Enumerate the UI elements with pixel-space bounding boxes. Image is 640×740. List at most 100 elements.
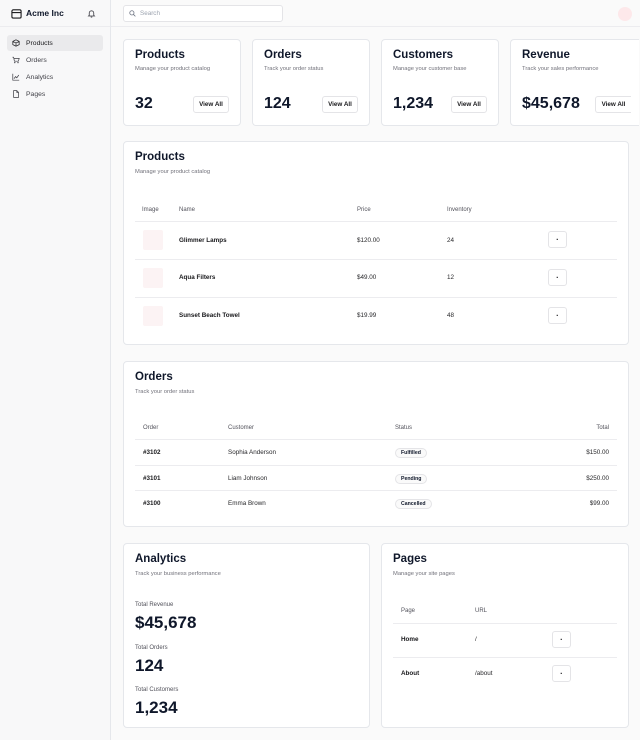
- order-id: #3101: [143, 475, 161, 482]
- stat-card-value: 32: [135, 95, 153, 112]
- metric-label: Total Customers: [135, 687, 179, 693]
- status-badge: Fulfilled: [395, 448, 427, 458]
- order-customer: Sophia Anderson: [228, 449, 276, 456]
- brand: Acme Inc: [0, 0, 110, 27]
- stat-card-value: 124: [264, 95, 291, 112]
- order-customer: Liam Johnson: [228, 475, 268, 482]
- stat-card-products: Products Manage your product catalog 32 …: [123, 39, 241, 126]
- analytics-subtitle: Track your business performance: [135, 571, 221, 577]
- sidebar-item-analytics[interactable]: Analytics: [7, 69, 103, 85]
- product-price: $19.99: [357, 312, 377, 319]
- sidebar-nav: Products Orders Analytics Pages: [0, 27, 110, 111]
- column-header-inventory: Inventory: [447, 207, 472, 213]
- divider: [135, 490, 617, 491]
- view-all-customers-button[interactable]: View All: [451, 96, 487, 113]
- analytics-card: Analytics Track your business performanc…: [123, 543, 370, 728]
- page-url: /about: [475, 670, 493, 677]
- metric-label: Total Orders: [135, 645, 168, 651]
- product-name: Sunset Beach Towel: [179, 312, 240, 319]
- stat-card-title: Customers: [393, 49, 454, 61]
- view-all-revenue-button[interactable]: View All: [595, 96, 631, 113]
- search-icon: [129, 10, 136, 17]
- column-header-url: URL: [475, 608, 488, 614]
- orders-subtitle: Track your order status: [135, 389, 195, 395]
- column-header-order: Order: [143, 425, 159, 431]
- column-header-page: Page: [401, 608, 416, 614]
- stat-card-subtitle: Track your sales performance: [522, 66, 599, 72]
- sidebar-item-label: Orders: [26, 56, 47, 64]
- page-actions-button[interactable]: ·: [552, 665, 571, 682]
- product-actions-button[interactable]: ·: [548, 269, 567, 286]
- product-thumbnail: [143, 268, 163, 288]
- sidebar-item-label: Products: [26, 39, 53, 47]
- product-thumbnail: [143, 230, 163, 250]
- stat-card-title: Revenue: [522, 49, 570, 61]
- status-badge: Cancelled: [395, 499, 432, 509]
- product-price: $120.00: [357, 237, 380, 244]
- bell-icon[interactable]: [87, 9, 96, 18]
- sidebar-item-label: Analytics: [26, 73, 54, 81]
- product-inventory: 12: [447, 274, 455, 281]
- products-subtitle: Manage your product catalog: [135, 169, 211, 175]
- divider: [135, 465, 617, 466]
- divider: [135, 221, 617, 222]
- stat-card-orders: Orders Track your order status 124 View …: [252, 39, 370, 126]
- product-inventory: 48: [447, 312, 455, 319]
- product-thumbnail: [143, 306, 163, 326]
- view-all-orders-button[interactable]: View All: [322, 96, 358, 113]
- status-badge: Pending: [395, 474, 428, 484]
- products-title: Products: [135, 151, 185, 163]
- stat-card-subtitle: Manage your customer base: [393, 66, 467, 72]
- user-avatar[interactable]: [618, 7, 632, 21]
- column-header-image: Image: [142, 207, 159, 213]
- divider: [135, 439, 617, 440]
- page-name: Home: [401, 636, 419, 643]
- pages-title: Pages: [393, 553, 427, 565]
- column-header-status: Status: [395, 425, 413, 431]
- divider: [393, 657, 617, 658]
- pages-card: Pages Manage your site pages Page URL Ho…: [381, 543, 629, 728]
- divider: [393, 623, 617, 624]
- product-price: $49.00: [357, 274, 377, 281]
- page-actions-button[interactable]: ·: [552, 631, 571, 648]
- divider: [135, 297, 617, 298]
- product-actions-button[interactable]: ·: [548, 307, 567, 324]
- stat-card-value: 1,234: [393, 95, 434, 112]
- product-actions-button[interactable]: ·: [548, 231, 567, 248]
- pages-subtitle: Manage your site pages: [393, 571, 455, 577]
- products-card: Products Manage your product catalog Ima…: [123, 141, 629, 345]
- stat-card-subtitle: Manage your product catalog: [135, 66, 211, 72]
- metric-label: Total Revenue: [135, 602, 174, 608]
- sidebar-item-pages[interactable]: Pages: [7, 86, 103, 102]
- sidebar: Acme Inc Products Orders Analytics Pages: [0, 0, 111, 740]
- stat-card-revenue: Revenue Track your sales performance $45…: [510, 39, 639, 126]
- metric-value: 1,234: [135, 698, 178, 717]
- line-chart-icon: [12, 73, 20, 81]
- store-icon: [11, 8, 22, 19]
- cart-icon: [12, 56, 20, 64]
- sidebar-item-orders[interactable]: Orders: [7, 52, 103, 68]
- stat-card-value: $45,678: [522, 95, 580, 112]
- page-url: /: [475, 636, 477, 643]
- sidebar-item-label: Pages: [26, 90, 46, 98]
- orders-title: Orders: [135, 371, 173, 383]
- stat-card-title: Orders: [264, 49, 302, 61]
- top-bar: [111, 0, 640, 27]
- product-name: Aqua Filters: [179, 274, 216, 281]
- sidebar-item-products[interactable]: Products: [7, 35, 103, 51]
- column-header-customer: Customer: [228, 425, 255, 431]
- order-customer: Emma Brown: [228, 500, 266, 507]
- analytics-title: Analytics: [135, 553, 187, 565]
- column-header-price: Price: [357, 207, 371, 213]
- search-box: [123, 5, 283, 22]
- view-all-products-button[interactable]: View All: [193, 96, 229, 113]
- product-name: Glimmer Lamps: [179, 237, 227, 244]
- order-id: #3102: [143, 449, 161, 456]
- divider: [135, 259, 617, 260]
- order-total: $99.00: [589, 500, 609, 507]
- metric-value: 124: [135, 656, 164, 675]
- stat-card-customers: Customers Manage your customer base 1,23…: [381, 39, 499, 126]
- stat-card-subtitle: Track your order status: [264, 66, 324, 72]
- page-name: About: [401, 670, 420, 677]
- search-input[interactable]: [140, 10, 270, 17]
